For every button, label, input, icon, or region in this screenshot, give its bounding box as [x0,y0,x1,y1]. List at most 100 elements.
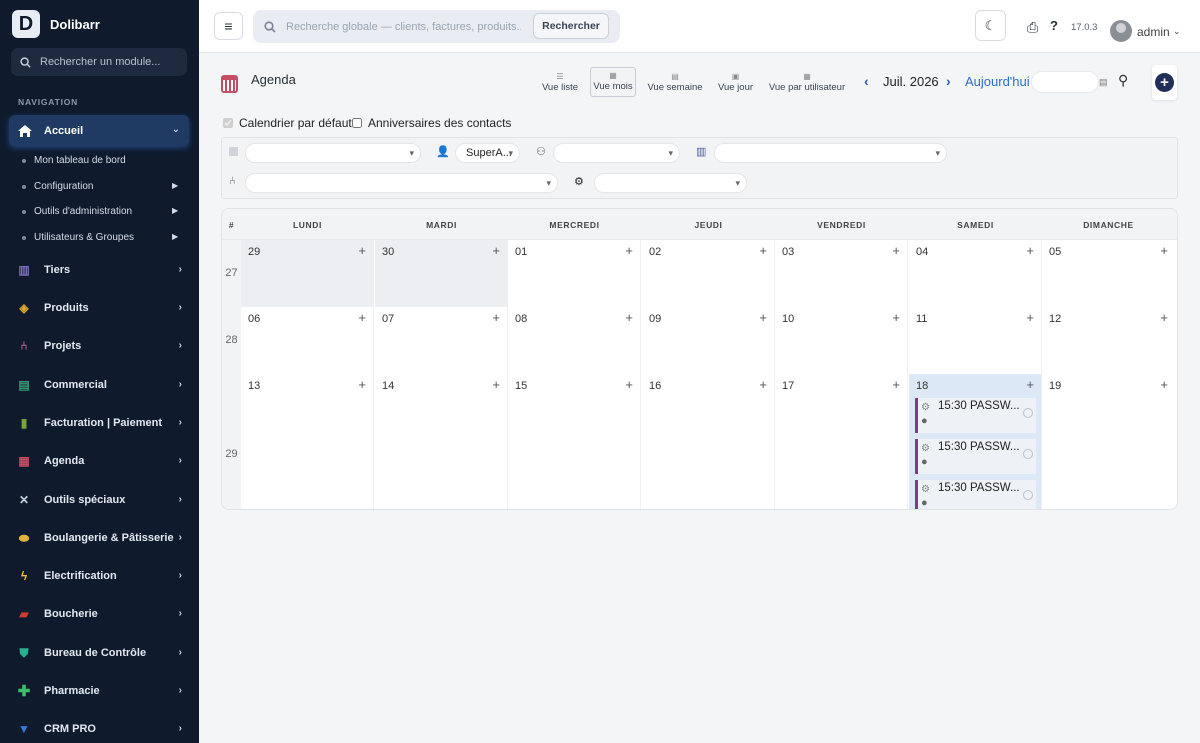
default-calendar-checkbox[interactable] [223,118,233,128]
module-search-input[interactable] [40,56,180,68]
group-select[interactable] [553,143,680,163]
calendar-event[interactable]: ⚙ 15:30 PASSW... ● [915,480,1036,509]
bullet-icon [22,158,26,163]
date-picker-icon[interactable]: ▤ [1099,77,1108,88]
search-button[interactable]: Rechercher [533,13,609,39]
sidebar-item-electrification[interactable]: ϟ Electrification › [16,566,184,586]
sidebar-item-pharmacie[interactable]: ✚ Pharmacie › [16,681,184,701]
thirdparty-select[interactable] [714,143,947,163]
add-event-icon[interactable]: + [492,377,500,392]
calendar-event[interactable]: ⚙ 15:30 PASSW... ● [915,398,1036,433]
checkbox-birthdays[interactable]: Anniversaires des contacts [352,116,511,130]
day-cell[interactable]: 07 + [375,307,508,374]
day-cell[interactable]: 04 + [909,240,1042,307]
next-month-button[interactable]: › [946,73,951,89]
user-select[interactable]: SuperA... [455,143,520,163]
add-event-icon[interactable]: + [759,243,767,258]
avatar[interactable] [1110,20,1132,42]
global-search-input[interactable] [286,20,521,33]
view-list-button[interactable]: ☰ Vue liste [537,67,583,97]
day-cell[interactable]: 14 + [375,374,508,509]
add-event-icon[interactable]: + [492,310,500,325]
view-per-user-button[interactable]: ▦ Vue par utilisateur [764,67,850,97]
previous-month-button[interactable]: ‹ [864,73,869,89]
group-icon: ⚇ [536,146,546,158]
add-event-button[interactable]: + [1152,65,1177,100]
menu-toggle-button[interactable]: ≡ [214,12,243,40]
status-select[interactable] [594,173,747,193]
add-event-icon[interactable]: + [892,377,900,392]
topbar: ≡ Rechercher ☾ ⎙ ? 17.0.3 admin ⌄ [199,0,1200,53]
sidebar-item-crm-pro[interactable]: ▼ CRM PRO › [16,719,184,739]
sidebar-subitem-dashboard[interactable]: Mon tableau de bord [22,155,126,166]
sidebar-item-label: Electrification [44,570,117,582]
help-icon[interactable]: ? [1050,18,1058,33]
sidebar-item-agenda[interactable]: ▦ Agenda › [16,451,184,471]
add-event-icon[interactable]: + [492,243,500,258]
day-cell[interactable]: 01 + [508,240,641,307]
day-cell[interactable]: 10 + [775,307,908,374]
sidebar-subitem-users-groups[interactable]: Utilisateurs & Groupes ▶ [22,232,178,243]
sidebar-item-produits[interactable]: ◈ Produits › [16,298,184,318]
add-event-icon[interactable]: + [358,377,366,392]
add-event-icon[interactable]: + [892,310,900,325]
add-event-icon[interactable]: + [625,243,633,258]
user-name[interactable]: admin [1137,25,1170,39]
sidebar-item-commercial[interactable]: ▤ Commercial › [16,375,184,395]
add-event-icon[interactable]: + [1160,243,1168,258]
add-event-icon[interactable]: + [358,310,366,325]
add-event-icon[interactable]: + [759,310,767,325]
date-input[interactable] [1031,71,1099,93]
day-cell[interactable]: 16 + [642,374,775,509]
add-event-icon[interactable]: + [1026,310,1034,325]
day-cell[interactable]: 03 + [775,240,908,307]
day-cell[interactable]: 09 + [642,307,775,374]
add-event-icon[interactable]: + [1026,377,1034,392]
brand[interactable]: D Dolibarr [12,10,100,38]
sidebar-item-outils-speciaux[interactable]: ✕ Outils spéciaux › [16,490,184,510]
add-event-icon[interactable]: + [1160,310,1168,325]
add-event-icon[interactable]: + [1026,243,1034,258]
day-cell[interactable]: 13 + [241,374,374,509]
chevron-down-icon[interactable]: ⌄ [1173,26,1181,37]
add-event-icon[interactable]: + [892,243,900,258]
search-icon[interactable]: ⚲ [1118,72,1128,89]
sidebar-subitem-configuration[interactable]: Configuration ▶ [22,181,178,192]
add-event-icon[interactable]: + [1160,377,1168,392]
calendar-event[interactable]: ⚙ 15:30 PASSW... ● [915,439,1036,474]
sidebar-item-bureau-controle[interactable]: ⛊ Bureau de Contrôle › [16,643,184,663]
sidebar-item-facturation[interactable]: ▮ Facturation | Paiement › [16,413,184,433]
checkbox-default-calendar[interactable]: Calendrier par défaut [223,116,352,130]
day-cell-today[interactable]: 18 + ⚙ 15:30 PASSW... ● ⚙ 15:30 PASSW... ● ⚙ 1… [909,374,1042,509]
project-select[interactable] [245,173,558,193]
day-cell[interactable]: 15 + [508,374,641,509]
day-cell[interactable]: 06 + [241,307,374,374]
add-event-icon[interactable]: + [625,310,633,325]
sidebar-subitem-admin-tools[interactable]: Outils d'administration ▶ [22,206,178,217]
day-cell[interactable]: 08 + [508,307,641,374]
day-cell[interactable]: 02 + [642,240,775,307]
day-cell[interactable]: 05 + [1042,240,1175,307]
day-cell[interactable]: 19 + [1042,374,1175,509]
sidebar-item-boucherie[interactable]: ▰ Boucherie › [16,604,184,624]
view-day-button[interactable]: ▣ Vue jour [714,67,757,97]
day-cell[interactable]: 29 + [241,240,374,307]
printer-icon[interactable]: ⎙ [1027,19,1038,36]
sidebar-item-tiers[interactable]: ▥ Tiers › [16,260,184,280]
view-week-button[interactable]: ▤ Vue semaine [644,67,706,97]
add-event-icon[interactable]: + [625,377,633,392]
day-cell[interactable]: 12 + [1042,307,1175,374]
day-cell[interactable]: 30 + [375,240,508,307]
day-cell[interactable]: 11 + [909,307,1042,374]
sidebar-item-boulangerie[interactable]: ⬬ Boulangerie & Pâtisserie › [16,528,184,548]
event-type-select[interactable] [245,143,421,163]
sidebar-item-accueil[interactable]: Accueil ⌄ [9,115,189,146]
day-cell[interactable]: 17 + [775,374,908,509]
today-link[interactable]: Aujourd'hui [965,74,1030,89]
add-event-icon[interactable]: + [358,243,366,258]
sidebar-item-projets[interactable]: ⑃ Projets › [16,336,184,356]
birthdays-checkbox[interactable] [352,118,362,128]
add-event-icon[interactable]: + [759,377,767,392]
dark-mode-button[interactable]: ☾ [975,10,1006,41]
view-month-button[interactable]: ▦ Vue mois [590,67,636,97]
